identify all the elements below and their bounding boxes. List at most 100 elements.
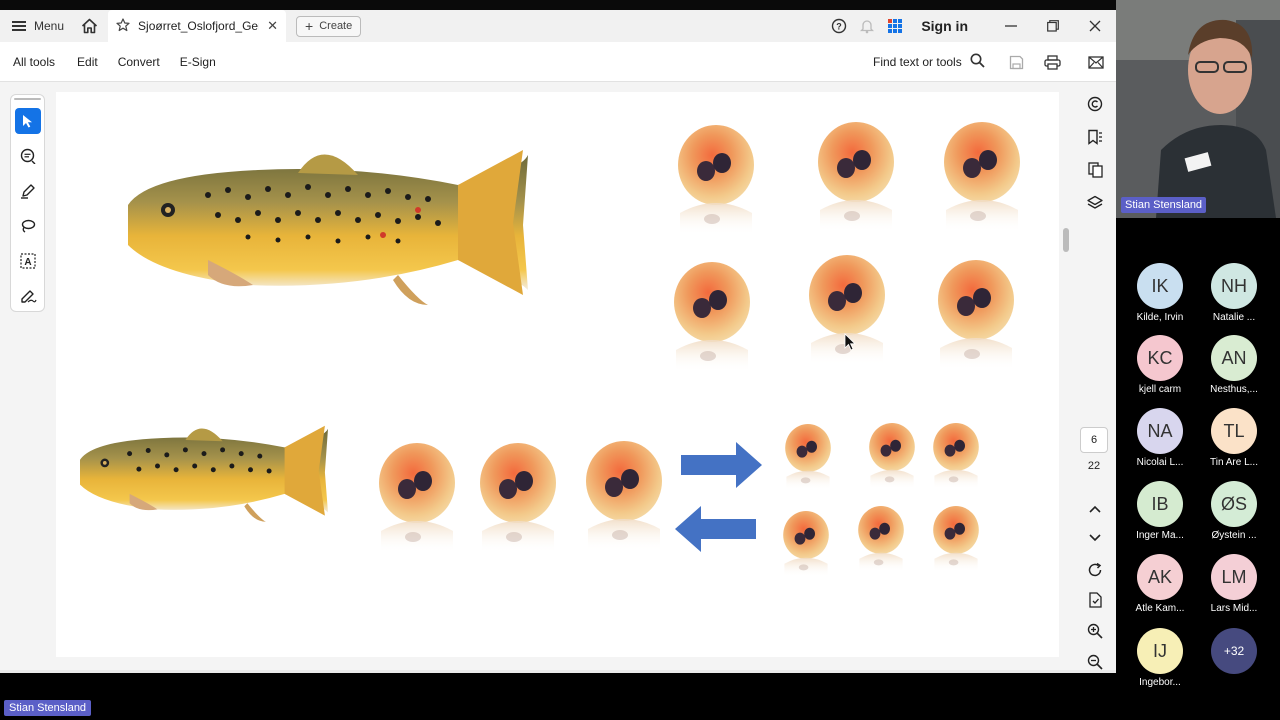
document-tab[interactable]: Sjoørret_Oslofjord_Gen... ✕ <box>108 10 287 42</box>
avatar: KC <box>1137 335 1183 381</box>
vertical-scrollbar[interactable] <box>1063 228 1069 252</box>
total-pages: 22 <box>1087 460 1101 472</box>
search-icon <box>970 53 985 71</box>
participant-name: Inger Ma... <box>1136 530 1184 541</box>
avatar: AK <box>1137 554 1183 600</box>
horizontal-scrollbar[interactable] <box>0 670 1116 673</box>
arrow-left-icon <box>675 506 756 552</box>
lasso-draw-icon[interactable] <box>15 213 41 239</box>
egg-grid-small <box>783 423 979 577</box>
menu-button[interactable]: Menu <box>0 10 74 42</box>
participant-name: Nicolai L... <box>1136 457 1184 468</box>
avatar: NA <box>1137 408 1183 454</box>
participant-name: Atle Kam... <box>1135 603 1185 614</box>
pdf-page[interactable] <box>56 92 1059 657</box>
find-tools[interactable]: Find text or tools <box>873 42 985 82</box>
bookmarks-icon[interactable] <box>1082 124 1108 150</box>
apps-grid-icon[interactable] <box>881 10 909 42</box>
participant-tile[interactable]: TL Tin Are L... <box>1199 408 1269 468</box>
participant-tile[interactable]: KC kjell carm <box>1125 335 1195 395</box>
highlight-pen-icon[interactable] <box>15 178 41 204</box>
avatar: NH <box>1211 263 1257 309</box>
save-icon[interactable] <box>1003 42 1029 82</box>
edit-menu[interactable]: Edit <box>67 55 108 69</box>
create-button[interactable]: + Create <box>296 15 362 37</box>
bell-icon[interactable] <box>853 10 881 42</box>
presenter-name-tag: Stian Stensland <box>4 700 92 716</box>
close-tab-icon[interactable]: ✕ <box>267 18 278 34</box>
title-bar: Menu Sjoørret_Oslofjord_Gen... ✕ + Creat… <box>0 10 1116 42</box>
main-toolbar: All tools Edit Convert E-Sign Find text … <box>0 42 1116 82</box>
text-select-icon[interactable]: A <box>15 248 41 274</box>
egg-row-middle <box>379 441 662 553</box>
arrow-right-icon <box>681 442 762 488</box>
egg-grid-top <box>674 122 1020 372</box>
chevron-down-icon[interactable] <box>1082 525 1108 551</box>
hamburger-icon <box>12 21 26 31</box>
refresh-icon[interactable] <box>1082 557 1108 583</box>
participant-tile[interactable]: AK Atle Kam... <box>1125 554 1195 614</box>
participant-name: kjell carm <box>1138 384 1182 395</box>
more-count-badge: +32 <box>1211 628 1257 674</box>
participant-tile[interactable]: AN Nesthus,... <box>1199 335 1269 395</box>
participant-name: Øystein ... <box>1211 530 1257 541</box>
mail-icon[interactable] <box>1083 42 1109 82</box>
layers-icon[interactable] <box>1082 190 1108 216</box>
restore-icon[interactable] <box>1032 10 1074 42</box>
speaker-video[interactable] <box>1116 0 1280 218</box>
sign-tool-icon[interactable] <box>15 283 41 309</box>
current-page-input[interactable]: 6 <box>1080 427 1108 453</box>
slide-illustration <box>80 122 1020 577</box>
participant-tile[interactable]: ØS Øystein ... <box>1199 481 1269 541</box>
menu-label: Menu <box>34 19 65 33</box>
print-icon[interactable] <box>1039 42 1065 82</box>
trout-large-image <box>128 150 528 305</box>
esign-menu[interactable]: E-Sign <box>170 55 226 69</box>
participant-name: Lars Mid... <box>1210 603 1258 614</box>
star-icon[interactable] <box>116 17 130 35</box>
top-strip <box>0 0 1280 10</box>
all-tools-menu[interactable]: All tools <box>0 55 67 69</box>
participant-name: Ingebor... <box>1139 677 1181 688</box>
avatar: IJ <box>1137 628 1183 674</box>
participant-name: Kilde, Irvin <box>1136 312 1184 323</box>
home-icon[interactable] <box>74 10 104 42</box>
trout-small-image <box>80 425 328 522</box>
svg-text:A: A <box>24 257 31 268</box>
participants-panel: IK Kilde, Irvin NH Natalie ... KC kjell … <box>1116 218 1280 688</box>
acrobat-window: Menu Sjoørret_Oslofjord_Gen... ✕ + Creat… <box>0 10 1116 673</box>
participant-tile[interactable]: IK Kilde, Irvin <box>1125 263 1195 323</box>
titlebar-right: ? Sign in <box>825 10 1116 42</box>
ai-assistant-icon[interactable] <box>1082 91 1108 117</box>
participant-tile[interactable]: NA Nicolai L... <box>1125 408 1195 468</box>
avatar: IB <box>1137 481 1183 527</box>
right-panel-rail: 6 22 <box>1072 82 1116 673</box>
avatar: LM <box>1211 554 1257 600</box>
participant-tile[interactable]: IJ Ingebor... <box>1125 628 1195 688</box>
comment-tool-icon[interactable] <box>15 143 41 169</box>
help-icon[interactable]: ? <box>825 10 853 42</box>
convert-menu[interactable]: Convert <box>108 55 170 69</box>
close-window-icon[interactable] <box>1074 10 1116 42</box>
rail-handle[interactable] <box>14 98 41 100</box>
page-extract-icon[interactable] <box>1082 587 1108 613</box>
participant-tile[interactable]: LM Lars Mid... <box>1199 554 1269 614</box>
pages-icon[interactable] <box>1082 157 1108 183</box>
avatar: IK <box>1137 263 1183 309</box>
more-participants-button[interactable]: +32 <box>1199 628 1269 674</box>
find-label: Find text or tools <box>873 55 962 69</box>
participant-name: Nesthus,... <box>1210 384 1258 395</box>
participant-name: Natalie ... <box>1212 312 1256 323</box>
svg-text:?: ? <box>837 22 843 32</box>
avatar: ØS <box>1211 481 1257 527</box>
chevron-up-icon[interactable] <box>1082 496 1108 522</box>
participant-name: Tin Are L... <box>1210 457 1258 468</box>
participant-tile[interactable]: IB Inger Ma... <box>1125 481 1195 541</box>
quick-tools-rail: A <box>10 94 45 312</box>
select-tool-icon[interactable] <box>15 108 41 134</box>
sign-in-button[interactable]: Sign in <box>909 18 990 34</box>
minimize-icon[interactable] <box>990 10 1032 42</box>
zoom-in-icon[interactable] <box>1082 618 1108 644</box>
participant-tile[interactable]: NH Natalie ... <box>1199 263 1269 323</box>
speaker-name-tag: Stian Stensland <box>1121 197 1207 213</box>
